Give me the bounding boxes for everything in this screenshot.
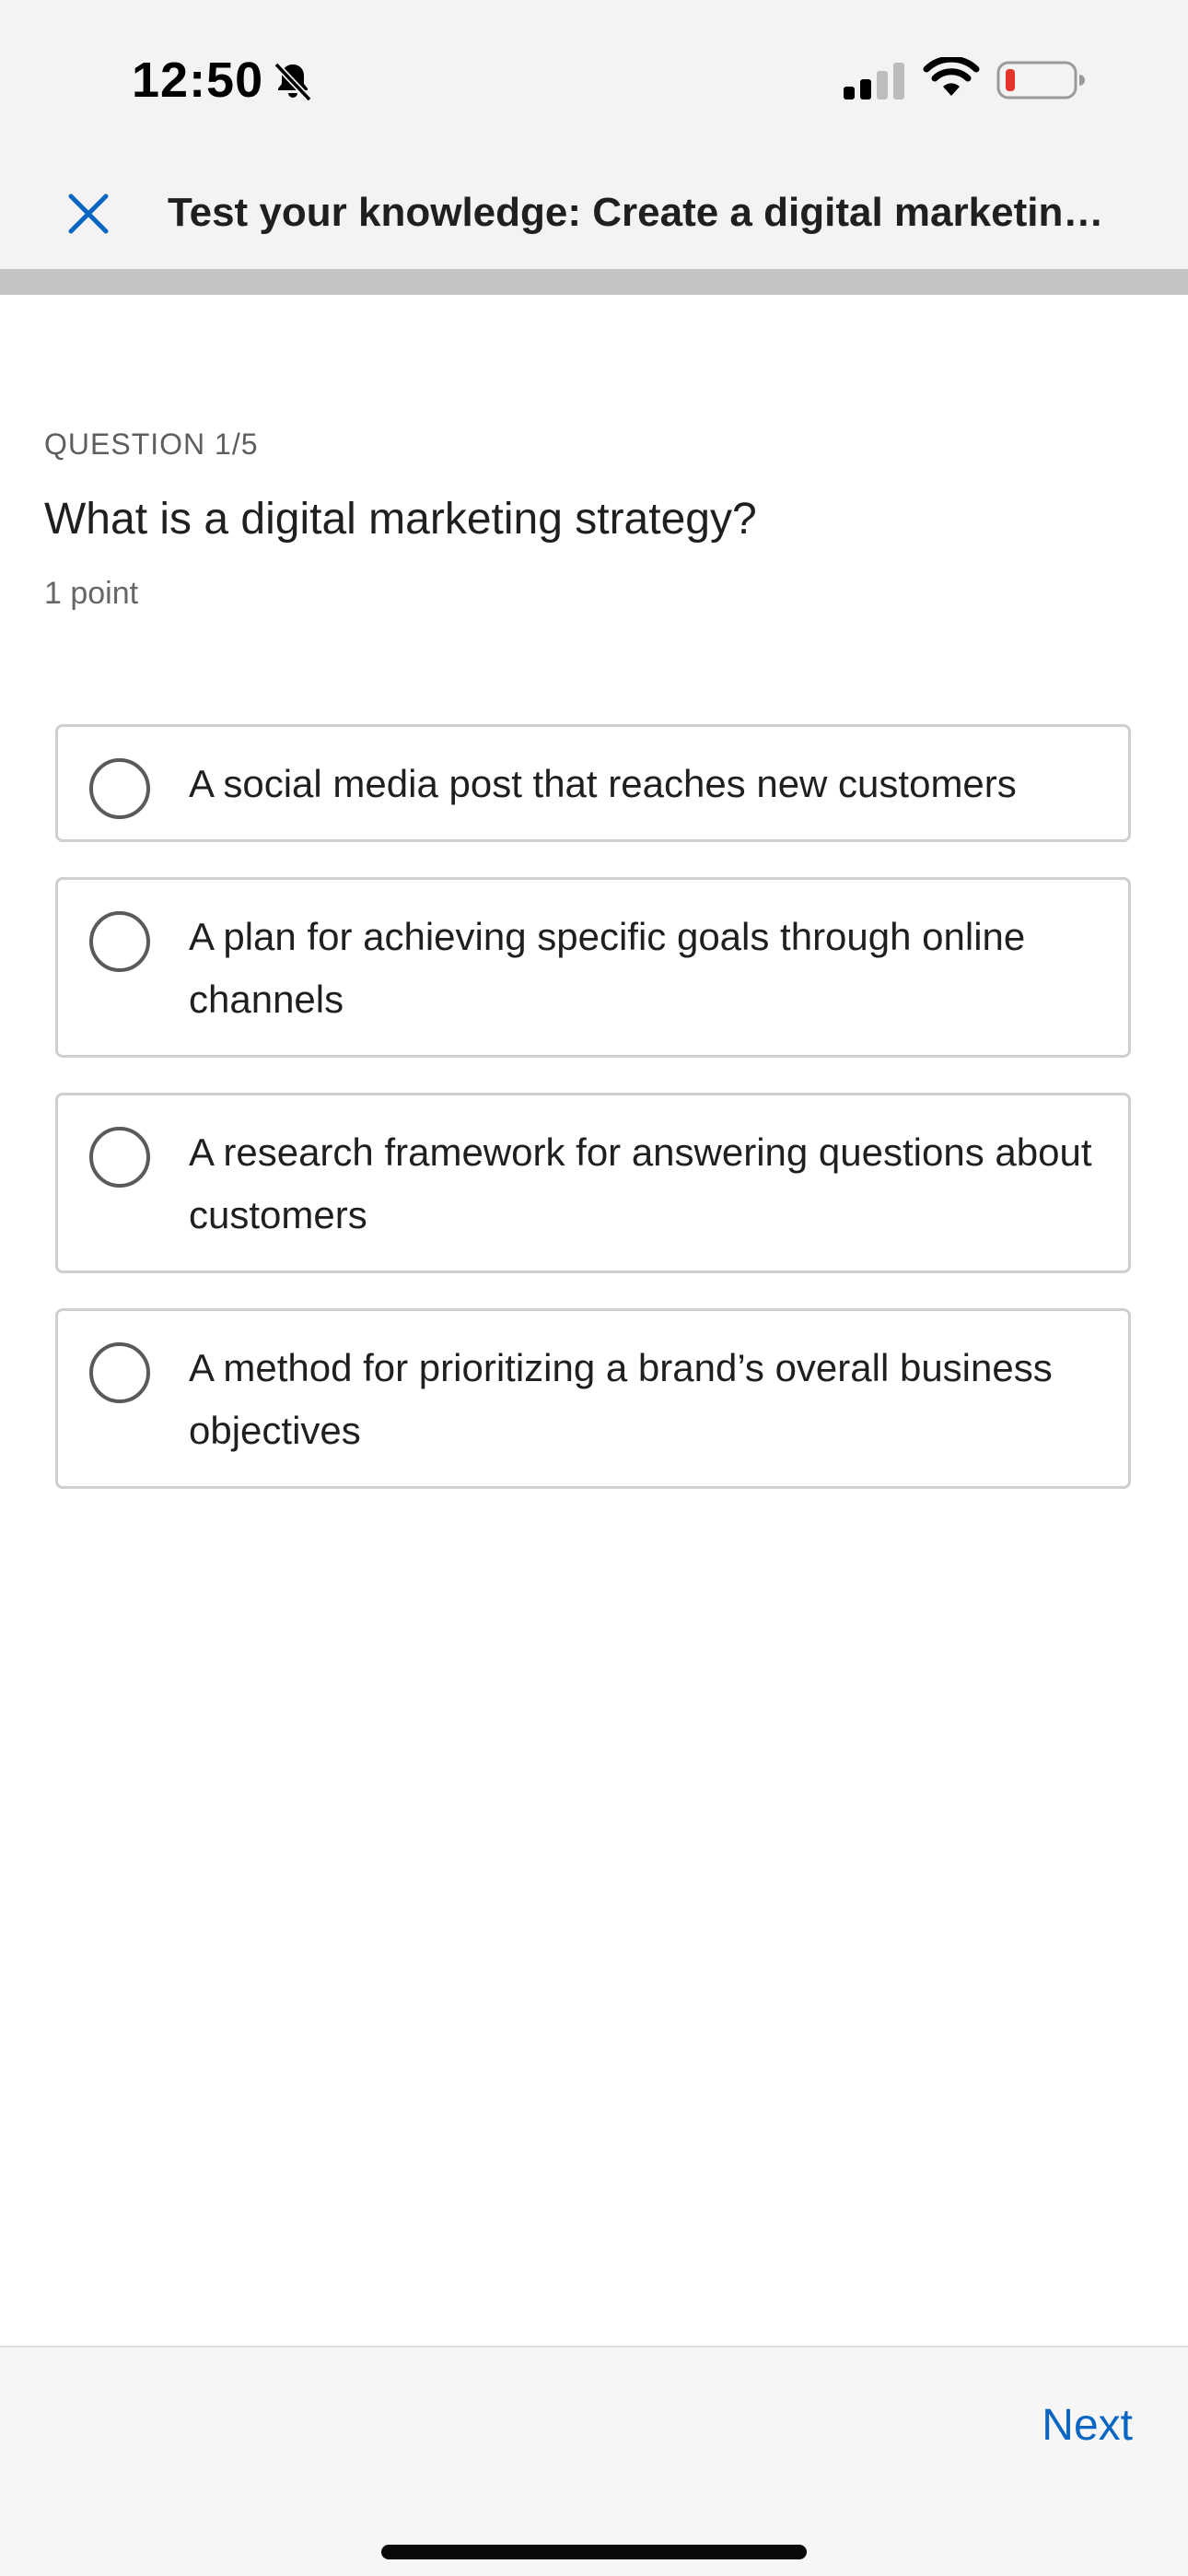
answer-option-2[interactable]: A plan for achieving specific goals thro… [55,877,1131,1058]
footer-bar: Next [0,2346,1188,2576]
radio-button[interactable] [89,758,150,819]
answer-option-1[interactable]: A social media post that reaches new cus… [55,724,1131,842]
header: Test your knowledge: Create a digital ma… [0,157,1188,269]
battery-low-icon [996,61,1085,100]
page-title: Test your knowledge: Create a digital ma… [168,190,1116,235]
answer-option-4[interactable]: A method for prioritizing a brand’s over… [55,1308,1131,1489]
radio-button[interactable] [89,1342,150,1403]
answer-option-3[interactable]: A research framework for answering quest… [55,1093,1131,1273]
answer-option-label: A plan for achieving specific goals thro… [189,915,1026,1021]
progress-bar [0,269,1188,295]
wifi-icon [923,57,980,96]
next-button[interactable]: Next [1042,2394,1133,2458]
status-bar: 12:50 [0,0,1188,157]
bell-slash-icon [274,62,312,102]
cellular-signal-icon [844,63,904,100]
question-text: What is a digital marketing strategy? [44,495,757,544]
radio-button[interactable] [89,1127,150,1188]
close-icon [68,193,109,234]
radio-button[interactable] [89,911,150,972]
answer-option-label: A research framework for answering quest… [189,1130,1092,1236]
status-time: 12:50 [132,53,264,108]
question-counter: QUESTION 1/5 [44,427,259,461]
home-indicator [381,2545,807,2559]
answer-option-label: A social media post that reaches new cus… [189,762,1017,805]
answer-option-label: A method for prioritizing a brand’s over… [189,1346,1053,1452]
question-points: 1 point [44,576,139,611]
close-button[interactable] [52,177,125,251]
